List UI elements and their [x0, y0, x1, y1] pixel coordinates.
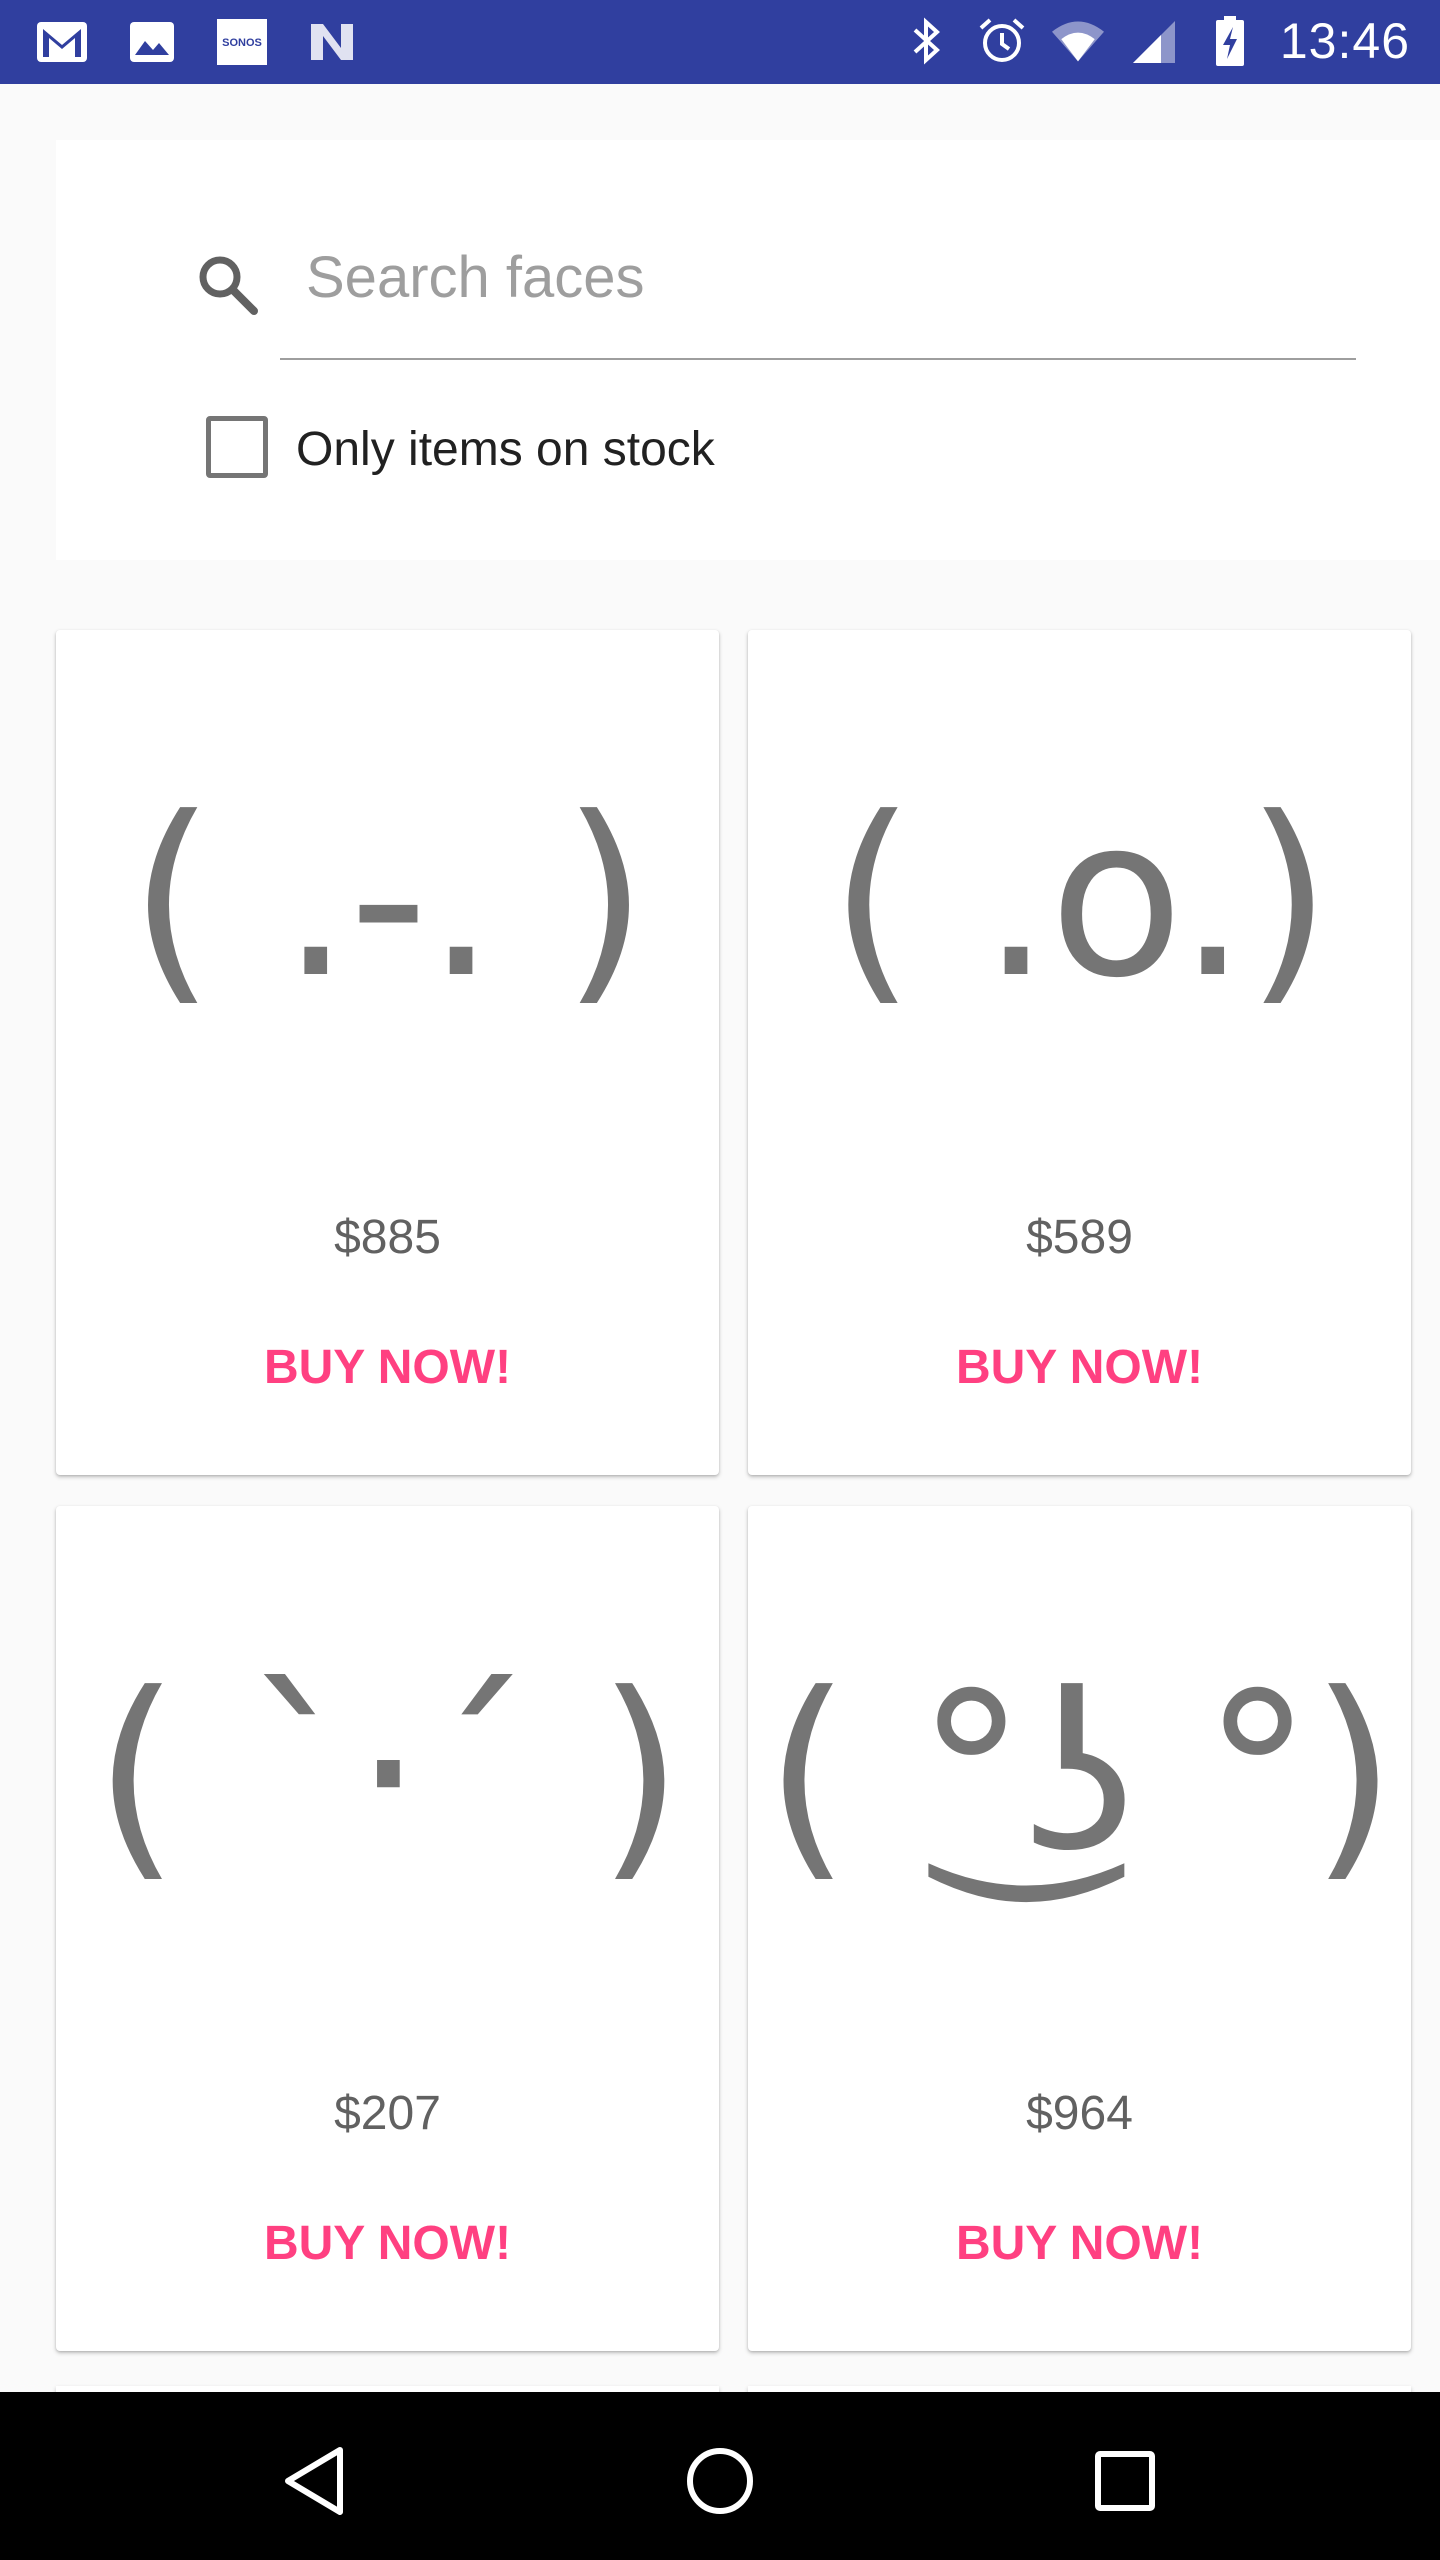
signal-icon — [1128, 17, 1180, 65]
buy-now-button[interactable]: BUY NOW! — [936, 1330, 1223, 1405]
product-face: ( .-. ) — [129, 770, 648, 1026]
battery-charging-icon — [1204, 16, 1256, 66]
wifi-icon — [1051, 17, 1104, 65]
stock-checkbox-label[interactable]: Only items on stock — [296, 422, 715, 477]
search-input[interactable] — [280, 232, 1356, 322]
status-time: 13:46 — [1279, 13, 1410, 69]
gallery-icon — [126, 18, 178, 66]
search-card: Only items on stock — [56, 140, 1440, 560]
buy-now-button[interactable]: BUY NOW! — [936, 2206, 1223, 2281]
home-icon[interactable] — [675, 2436, 765, 2526]
recents-icon[interactable] — [1080, 2436, 1170, 2526]
product-price: $589 — [1026, 1211, 1133, 1264]
back-icon[interactable] — [270, 2436, 360, 2526]
buy-now-button[interactable]: BUY NOW! — [244, 2206, 531, 2281]
product-card[interactable]: ( `·´ ) $207 BUY NOW! — [56, 1506, 719, 2351]
product-face: ( °͜ʖ °) — [764, 1646, 1397, 1902]
search-icon — [188, 245, 268, 325]
gmail-icon — [36, 18, 88, 66]
n-icon — [306, 18, 358, 66]
product-price: $885 — [334, 1211, 441, 1264]
search-underline — [280, 358, 1356, 360]
buy-now-button[interactable]: BUY NOW! — [244, 1330, 531, 1405]
stock-checkbox[interactable] — [206, 416, 268, 478]
sonos-icon: SONOS — [216, 18, 268, 66]
product-price: $207 — [334, 2087, 441, 2140]
product-card[interactable]: ( .o.) $589 BUY NOW! — [748, 630, 1411, 1475]
product-card[interactable]: ( .-. ) $885 BUY NOW! — [56, 630, 719, 1475]
product-price: $964 — [1026, 2087, 1133, 2140]
status-bar: SONOS 13:46 — [0, 0, 1440, 84]
navigation-bar — [0, 2392, 1440, 2560]
alarm-icon — [976, 17, 1028, 65]
product-card[interactable]: ( °͜ʖ °) $964 BUY NOW! — [748, 1506, 1411, 2351]
product-face: ( `·´ ) — [93, 1646, 683, 1902]
product-face: ( .o.) — [829, 770, 1331, 1026]
svg-text:SONOS: SONOS — [222, 37, 262, 49]
bluetooth-icon — [900, 17, 952, 65]
